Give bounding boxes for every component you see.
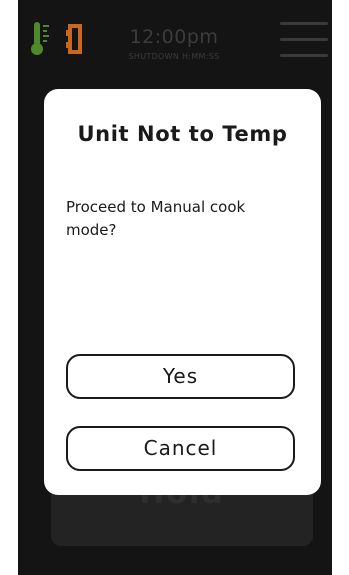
hamburger-menu-icon[interactable] (280, 20, 328, 60)
clock-time: 12:00pm (129, 26, 219, 48)
dialog-message: Proceed to Manual cook mode? (66, 198, 246, 239)
cancel-button[interactable]: Cancel (66, 426, 295, 471)
unit-not-to-temp-dialog: Unit Not to Temp Proceed to Manual cook … (44, 89, 321, 495)
shutdown-timer-label: SHUTDOWN H:MM:SS (128, 52, 220, 61)
thermometer-icon[interactable] (30, 20, 52, 58)
status-bar: 12:00pm SHUTDOWN H:MM:SS (18, 0, 332, 78)
dialog-title: Unit Not to Temp (77, 122, 288, 146)
door-icon[interactable] (64, 22, 86, 56)
yes-button[interactable]: Yes (66, 354, 295, 399)
